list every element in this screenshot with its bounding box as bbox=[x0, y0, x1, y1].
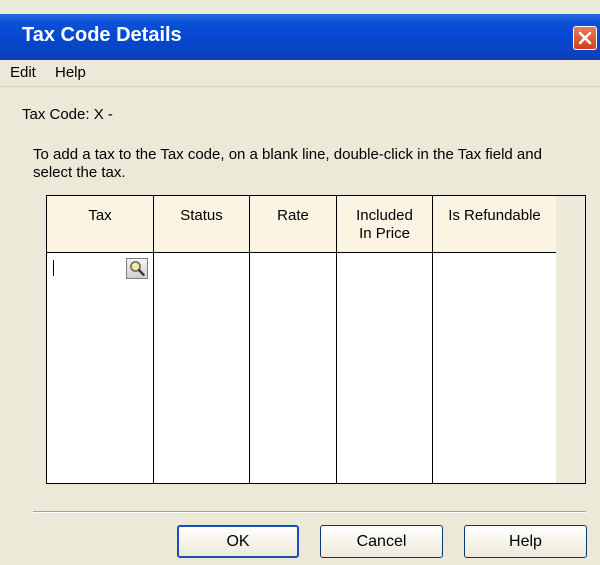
title-bar[interactable]: Tax Code Details bbox=[0, 14, 600, 60]
tax-lookup-button[interactable] bbox=[126, 258, 148, 279]
menu-edit[interactable]: Edit bbox=[10, 64, 36, 81]
ok-button[interactable]: OK bbox=[177, 525, 299, 558]
column-included-in-price[interactable]: Included In Price bbox=[337, 196, 433, 483]
cancel-button[interactable]: Cancel bbox=[320, 525, 443, 558]
column-status[interactable]: Status bbox=[154, 196, 250, 483]
close-icon bbox=[578, 31, 592, 45]
menu-help[interactable]: Help bbox=[55, 64, 86, 81]
column-header-status[interactable]: Status bbox=[154, 196, 249, 253]
close-button[interactable] bbox=[573, 26, 597, 50]
column-rate[interactable]: Rate bbox=[250, 196, 337, 483]
tax-code-details-dialog: Tax Code Details Edit Help Tax Code: X -… bbox=[0, 0, 600, 565]
column-header-tax[interactable]: Tax bbox=[47, 196, 153, 253]
tax-table: Tax Status Rate Included In Price Is Ref… bbox=[46, 195, 586, 484]
menu-bar: Edit Help bbox=[0, 60, 600, 87]
help-button[interactable]: Help bbox=[464, 525, 587, 558]
instructions-text: To add a tax to the Tax code, on a blank… bbox=[33, 146, 542, 181]
column-header-included-in-price[interactable]: Included In Price bbox=[337, 196, 432, 253]
divider bbox=[33, 511, 586, 513]
magnifier-icon bbox=[130, 261, 145, 276]
window-title: Tax Code Details bbox=[22, 24, 182, 46]
table-right-gutter bbox=[556, 196, 585, 483]
column-tax[interactable]: Tax bbox=[47, 196, 154, 483]
column-header-rate[interactable]: Rate bbox=[250, 196, 336, 253]
column-header-is-refundable[interactable]: Is Refundable bbox=[433, 196, 556, 253]
tax-code-label: Tax Code: X - bbox=[22, 106, 113, 123]
text-cursor bbox=[53, 260, 54, 276]
column-is-refundable[interactable]: Is Refundable bbox=[433, 196, 557, 483]
